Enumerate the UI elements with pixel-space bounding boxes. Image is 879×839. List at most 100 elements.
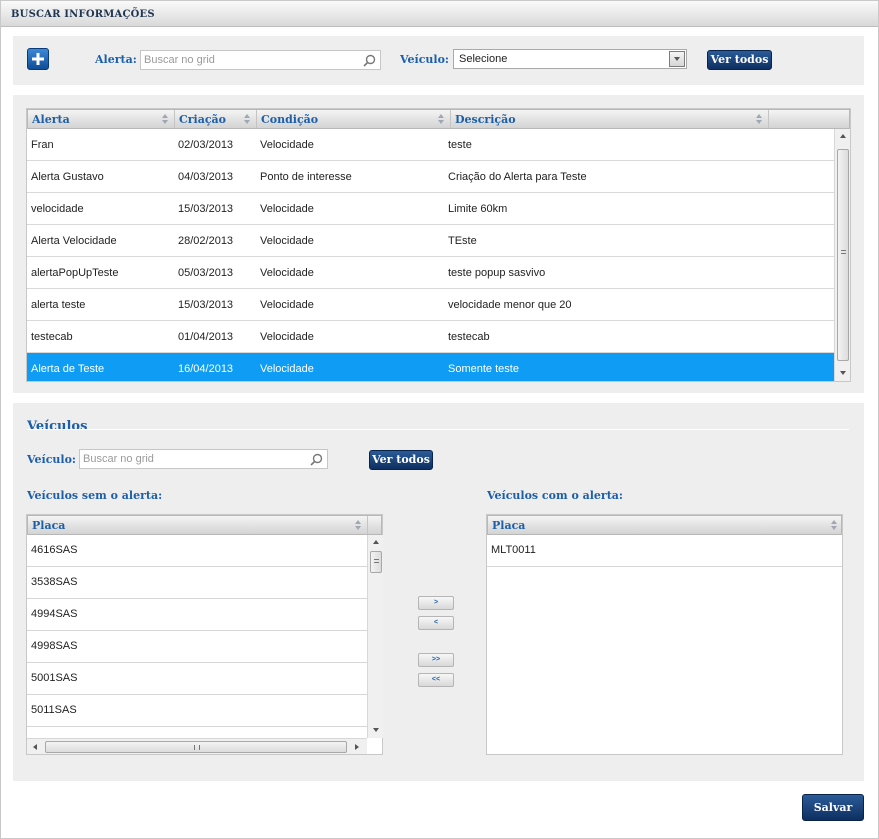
column-header-condicao[interactable]: Condição (257, 110, 451, 128)
cell-criacao: 28/02/2013 (178, 235, 234, 247)
search-icon[interactable] (363, 54, 376, 67)
cell-alerta: Fran (31, 139, 54, 151)
cell-alerta: Alerta Velocidade (31, 235, 117, 247)
scroll-right-icon[interactable] (355, 744, 359, 750)
column-header-placa[interactable]: Placa (28, 516, 368, 534)
alerts-panel: Alerta Criação Condição Descrição Fran 02… (13, 95, 864, 393)
scroll-up-icon[interactable] (373, 540, 379, 544)
cell-alerta: velocidade (31, 203, 84, 215)
veiculo-filter-label: Veículo: (400, 53, 449, 66)
table-row[interactable]: alerta teste 15/03/2013 Velocidade velocida… (27, 289, 834, 321)
cell-descricao: velocidade menor que 20 (448, 299, 572, 311)
veiculo-select[interactable]: Selecione (453, 49, 687, 69)
move-all-right-button[interactable]: >> (418, 653, 454, 667)
veiculo-select-value: Selecione (459, 53, 508, 65)
cell-descricao: Limite 60km (448, 203, 508, 215)
with-alert-list: MLT0011 (487, 535, 842, 754)
column-header-criacao[interactable]: Criação (175, 110, 257, 128)
cell-condicao: Ponto de interesse (260, 171, 352, 183)
cell-descricao: teste (448, 139, 472, 151)
horizontal-scroll-thumb[interactable] (45, 741, 347, 753)
without-alert-label: Veículos sem o alerta: (27, 489, 163, 502)
alerta-filter-label: Alerta: (95, 53, 137, 66)
sort-icon[interactable] (162, 114, 169, 124)
sort-icon[interactable] (831, 520, 838, 530)
vehicles-search-input[interactable]: Buscar no grid (79, 449, 328, 469)
table-row[interactable]: Alerta de Teste 16/04/2013 Velocidade Somen… (27, 353, 834, 381)
cell-alerta: Alerta Gustavo (31, 171, 104, 183)
add-button[interactable] (27, 48, 49, 70)
window-title: BUSCAR INFORMAÇÕES (11, 9, 155, 20)
cell-condicao: Velocidade (260, 267, 314, 279)
with-alert-grid: Placa MLT0011 (486, 514, 843, 755)
save-button[interactable]: Salvar (802, 794, 864, 821)
move-left-button[interactable]: < (418, 616, 454, 630)
list-item[interactable]: 3538SAS (27, 567, 367, 599)
with-alert-label: Veículos com o alerta: (487, 489, 623, 502)
table-row[interactable]: Fran 02/03/2013 Velocidade teste (27, 129, 834, 161)
cell-criacao: 04/03/2013 (178, 171, 234, 183)
cell-condicao: Velocidade (260, 203, 314, 215)
table-row[interactable]: alertaPopUpTeste 05/03/2013 Velocidade test… (27, 257, 834, 289)
alerts-grid-body: Fran 02/03/2013 Velocidade teste Alerta Gust… (27, 129, 834, 381)
cell-criacao: 15/03/2013 (178, 299, 234, 311)
scroll-up-icon[interactable] (840, 134, 846, 138)
list-item[interactable]: 5001SAS (27, 663, 367, 695)
without-alert-header: Placa (27, 515, 382, 535)
list-item[interactable]: 4998SAS (27, 631, 367, 663)
placa-value: 5011SAS (31, 704, 77, 716)
without-alert-vertical-scrollbar[interactable] (367, 535, 383, 738)
without-alert-horizontal-scrollbar[interactable] (27, 738, 367, 754)
with-alert-header: Placa (487, 515, 842, 535)
table-row[interactable]: Alerta Gustavo 04/03/2013 Ponto de interes… (27, 161, 834, 193)
placa-value: 5001SAS (31, 672, 78, 684)
sort-icon[interactable] (355, 520, 362, 530)
cell-criacao: 01/04/2013 (178, 331, 234, 343)
cell-alerta: Alerta de Teste (31, 363, 105, 375)
placa-value: MLT0011 (491, 544, 536, 556)
cell-descricao: testecab (448, 331, 490, 343)
placa-value: 4994SAS (31, 608, 78, 620)
sort-icon[interactable] (756, 114, 763, 124)
column-header-descricao[interactable]: Descrição (451, 110, 769, 128)
list-item[interactable]: 5011SAS (27, 695, 367, 727)
column-header-placa[interactable]: Placa (488, 516, 843, 534)
scroll-thumb[interactable] (370, 551, 382, 573)
list-item[interactable]: 4616SAS (27, 535, 367, 567)
list-item[interactable]: 4994SAS (27, 599, 367, 631)
list-item[interactable]: MLT0011 (487, 535, 842, 567)
scroll-down-icon[interactable] (373, 728, 379, 732)
scroll-left-icon[interactable] (33, 744, 37, 750)
placa-value: 4616SAS (31, 544, 78, 556)
vehicles-ver-todos-button[interactable]: Ver todos (369, 450, 433, 470)
cell-descricao: Somente teste (448, 363, 519, 375)
scroll-down-icon[interactable] (840, 371, 846, 375)
vehicles-search-placeholder: Buscar no grid (83, 453, 154, 465)
move-all-left-button[interactable]: << (418, 673, 454, 687)
table-row[interactable]: velocidade 15/03/2013 Velocidade Limite 60k… (27, 193, 834, 225)
cell-condicao: Velocidade (260, 235, 314, 247)
vehicles-section-title: Veículos (27, 419, 88, 434)
cell-alerta: alerta teste (31, 299, 86, 311)
scroll-thumb[interactable] (837, 149, 849, 361)
table-row[interactable]: Alerta Velocidade 28/02/2013 Velocidade TEs… (27, 225, 834, 257)
search-icon[interactable] (310, 453, 323, 466)
add-icon (32, 53, 44, 65)
table-row[interactable]: testecab 01/04/2013 Velocidade testecab (27, 321, 834, 353)
sort-icon[interactable] (438, 114, 445, 124)
ver-todos-button[interactable]: Ver todos (707, 50, 772, 70)
alerts-grid: Alerta Criação Condição Descrição Fran 02… (26, 108, 851, 382)
filter-panel: Alerta: Buscar no grid Veículo: Selecion… (13, 36, 864, 85)
cell-descricao: Criação do Alerta para Teste (448, 171, 587, 183)
sort-icon[interactable] (244, 114, 251, 124)
alerts-vertical-scrollbar[interactable] (834, 129, 850, 381)
cell-alerta: alertaPopUpTeste (31, 267, 119, 279)
chevron-down-icon[interactable] (669, 51, 685, 67)
title-bar: BUSCAR INFORMAÇÕES (1, 1, 878, 27)
alerta-search-input[interactable]: Buscar no grid (140, 50, 381, 70)
column-header-alerta[interactable]: Alerta (28, 110, 175, 128)
placa-value: 3538SAS (31, 576, 78, 588)
cell-criacao: 15/03/2013 (178, 203, 234, 215)
section-divider (27, 429, 849, 430)
move-right-button[interactable]: > (418, 596, 454, 610)
